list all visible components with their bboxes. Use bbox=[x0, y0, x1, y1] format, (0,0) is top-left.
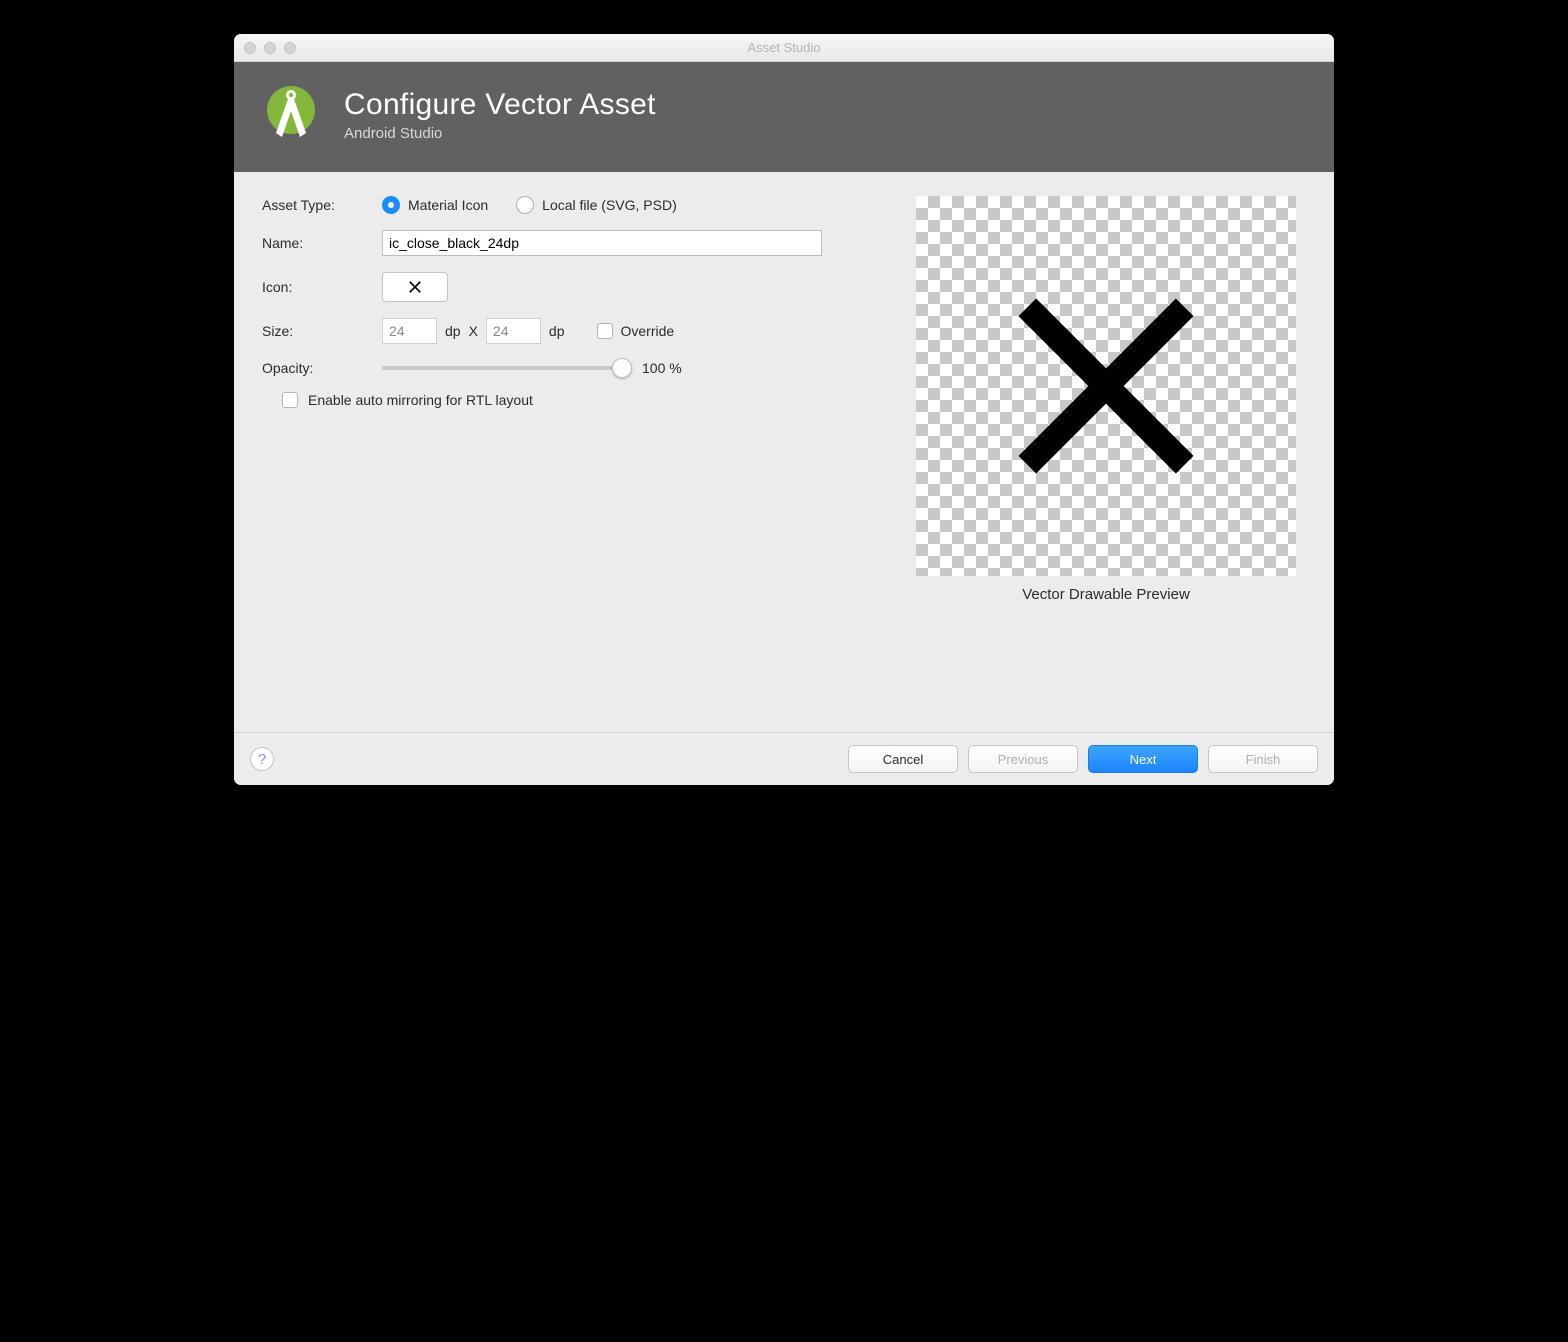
window-title: Asset Studio bbox=[234, 40, 1334, 55]
next-button[interactable]: Next bbox=[1088, 745, 1198, 773]
override-checkbox[interactable] bbox=[597, 323, 613, 339]
opacity-slider[interactable] bbox=[382, 366, 622, 370]
asset-type-material-radio[interactable]: Material Icon bbox=[382, 196, 488, 214]
name-label: Name: bbox=[262, 235, 382, 251]
size-height-input[interactable] bbox=[486, 318, 541, 344]
asset-type-local-label: Local file (SVG, PSD) bbox=[542, 197, 677, 213]
previous-button[interactable]: Previous bbox=[968, 745, 1078, 773]
cancel-button[interactable]: Cancel bbox=[848, 745, 958, 773]
rtl-mirror-checkbox[interactable] bbox=[282, 392, 298, 408]
dialog-subtitle: Android Studio bbox=[344, 125, 656, 142]
size-unit-2: dp bbox=[549, 323, 565, 339]
size-unit-1: dp bbox=[445, 323, 461, 339]
rtl-mirror-label: Enable auto mirroring for RTL layout bbox=[308, 392, 533, 408]
help-button[interactable]: ? bbox=[250, 747, 274, 771]
help-icon: ? bbox=[258, 751, 266, 768]
titlebar: Asset Studio bbox=[234, 34, 1334, 62]
dialog-content: Asset Type: Material Icon Local file (SV… bbox=[234, 172, 1334, 732]
asset-type-local-radio[interactable]: Local file (SVG, PSD) bbox=[516, 196, 677, 214]
close-icon bbox=[405, 277, 425, 297]
opacity-value: 100 % bbox=[642, 360, 682, 376]
override-label: Override bbox=[621, 323, 675, 339]
android-studio-icon bbox=[256, 80, 326, 150]
size-width-input[interactable] bbox=[382, 318, 437, 344]
size-separator: X bbox=[469, 323, 478, 339]
radio-selected-icon bbox=[382, 196, 400, 214]
preview-column: Vector Drawable Preview bbox=[906, 196, 1306, 722]
dialog-title: Configure Vector Asset bbox=[344, 88, 656, 122]
dialog-window: Asset Studio Configure Vector Asset Andr… bbox=[234, 34, 1334, 785]
preview-caption: Vector Drawable Preview bbox=[906, 586, 1306, 603]
icon-picker-button[interactable] bbox=[382, 272, 448, 302]
name-input[interactable] bbox=[382, 230, 822, 256]
dialog-footer: ? Cancel Previous Next Finish bbox=[234, 732, 1334, 785]
slider-thumb-icon[interactable] bbox=[612, 358, 632, 378]
radio-unselected-icon bbox=[516, 196, 534, 214]
finish-button[interactable]: Finish bbox=[1208, 745, 1318, 773]
preview-canvas bbox=[916, 196, 1296, 576]
size-label: Size: bbox=[262, 323, 382, 339]
opacity-label: Opacity: bbox=[262, 360, 382, 376]
icon-label: Icon: bbox=[262, 279, 382, 295]
asset-type-material-label: Material Icon bbox=[408, 197, 488, 213]
form-column: Asset Type: Material Icon Local file (SV… bbox=[262, 196, 874, 722]
asset-type-label: Asset Type: bbox=[262, 197, 382, 213]
preview-close-icon bbox=[956, 236, 1256, 536]
dialog-header: Configure Vector Asset Android Studio bbox=[234, 62, 1334, 172]
